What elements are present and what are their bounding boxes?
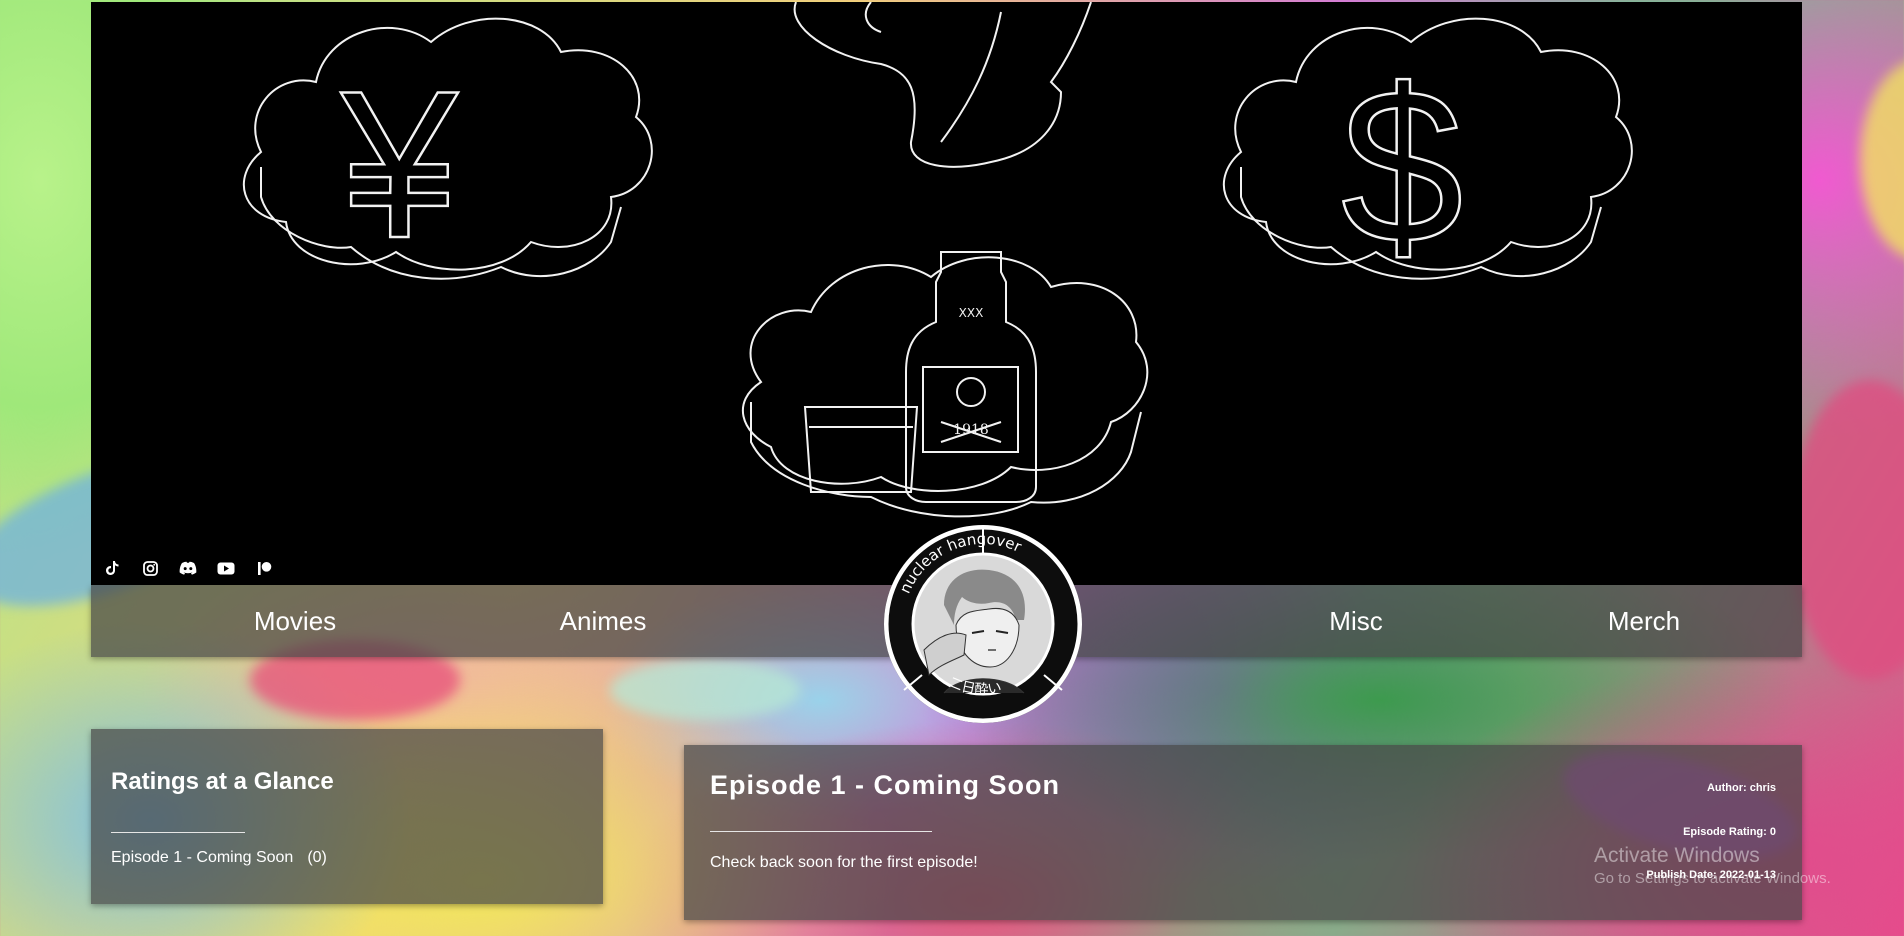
episode-body: Check back soon for the first episode!	[710, 854, 978, 871]
svg-text:¥: ¥	[340, 47, 459, 282]
nav-animes[interactable]: Animes	[523, 585, 683, 657]
rating-entry-episode: Episode 1 - Coming Soon	[111, 849, 294, 866]
episode-title[interactable]: Episode 1 - Coming Soon	[710, 770, 1060, 801]
dollar-cloud-icon: $	[1222, 17, 1633, 290]
banner-illustration: ¥ $ 1918 XXX	[242, 2, 1633, 518]
paint-stroke	[1860, 60, 1904, 260]
watermark-line2: Go to Settings to activate Windows.	[1594, 870, 1831, 887]
site-logo[interactable]: nuclear hangover 二日酔い	[884, 525, 1082, 723]
nav-merch[interactable]: Merch	[1564, 585, 1724, 657]
episode-divider	[710, 831, 932, 832]
rating-entry[interactable]: Episode 1 - Coming Soon (0)	[111, 849, 327, 867]
paint-stroke	[610, 660, 800, 720]
bottle-label: 1918	[953, 422, 989, 438]
bottle-mark: XXX	[959, 306, 984, 320]
nav-movies[interactable]: Movies	[215, 585, 375, 657]
paint-stroke	[1790, 380, 1904, 680]
head-sketch-icon	[793, 2, 1092, 168]
episode-card: Episode 1 - Coming Soon Check back soon …	[684, 745, 1802, 920]
tiktok-icon[interactable]	[93, 558, 131, 578]
social-links	[93, 558, 283, 578]
youtube-icon[interactable]	[207, 558, 245, 578]
ratings-card: Ratings at a Glance Episode 1 - Coming S…	[91, 729, 603, 904]
ratings-title: Ratings at a Glance	[111, 768, 334, 795]
instagram-icon[interactable]	[131, 558, 169, 578]
bottle-cloud-icon	[742, 251, 1149, 518]
activate-windows-watermark: Activate Windows Go to Settings to activ…	[1594, 844, 1831, 887]
nav-misc[interactable]: Misc	[1276, 585, 1436, 657]
episode-author: Author: chris	[1706, 782, 1776, 794]
discord-icon[interactable]	[169, 558, 207, 578]
patreon-icon[interactable]	[245, 558, 283, 578]
hero-banner: ¥ $ 1918 XXX	[91, 2, 1802, 585]
watermark-line1: Activate Windows	[1594, 844, 1760, 867]
ratings-divider	[111, 832, 245, 833]
svg-text:$: $	[1341, 43, 1463, 289]
yen-cloud-icon: ¥	[242, 17, 653, 283]
episode-rating: Episode Rating: 0	[1683, 826, 1776, 838]
rating-entry-count: (0)	[307, 849, 327, 866]
